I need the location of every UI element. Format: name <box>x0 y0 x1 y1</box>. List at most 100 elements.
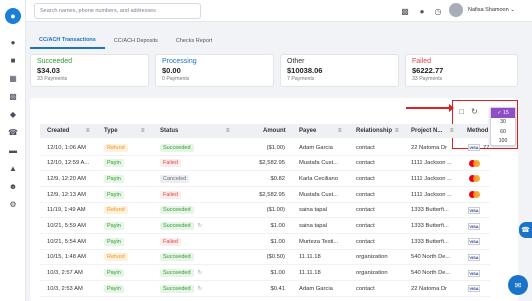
card-amount: $0.00 <box>162 66 181 75</box>
table-row[interactable]: 10/21, 5:54 AM Payin Failed $1.00 Murteza Te… <box>40 234 490 250</box>
cell-amount-value: ($1.00) <box>266 144 285 151</box>
page-size-option[interactable]: 60 <box>491 127 515 137</box>
table-row[interactable]: 12/9, 12:20 AM Payin Canceled $0.82 Karla Ce… <box>40 171 490 187</box>
cell-status-value: Succeeded <box>160 269 194 278</box>
table-row[interactable]: 12/10, 12:59 A... Payin Failed $2,582.95 Mus… <box>40 156 490 172</box>
search-input[interactable]: Search names, phone numbers, and address… <box>34 3 201 19</box>
column-method[interactable]: Method <box>467 124 488 138</box>
visa-card-icon: VISA <box>468 285 480 293</box>
column-status[interactable]: Status <box>160 124 178 138</box>
card-count: 33 Payments <box>412 76 443 82</box>
cell-payee-value: Adam Garcia <box>299 285 333 292</box>
truck-icon[interactable]: ▲ <box>8 164 18 173</box>
table-row[interactable]: 12/9, 12:13 AM Payin Failed $2,582.95 Mustaf… <box>40 187 490 203</box>
cell-payee: 11.11.18 <box>299 266 321 281</box>
cell-status-value: Succeeded <box>160 206 194 215</box>
cell-created: 10/3, 2:53 AM <box>47 281 83 296</box>
retry-icon[interactable]: ↻ <box>198 270 203 276</box>
table-row[interactable]: 11/19, 1:49 AM Refund Succeeded ($1.00) sain… <box>40 203 490 219</box>
cell-amount-value: $0.82 <box>270 175 285 182</box>
cell-relationship: contact <box>356 187 375 202</box>
cell-type: Payin <box>104 187 124 202</box>
cell-type: Payin <box>104 171 124 186</box>
tab-bar: CC/ACH Transactions CC/ACH Deposits Chec… <box>30 33 221 49</box>
retry-icon[interactable]: ↻ <box>198 223 203 229</box>
column-menu-icon[interactable]: ≡ <box>395 128 399 134</box>
cell-relationship-value: contact <box>356 285 375 292</box>
column-menu-icon[interactable]: ≡ <box>338 128 342 134</box>
cell-amount-value: $2,582.95 <box>259 191 285 198</box>
user-menu[interactable]: Nafisa Shamoon ⌄ <box>468 7 515 13</box>
retry-icon[interactable]: ↻ <box>198 286 203 292</box>
tab-cc-ach-deposits[interactable]: CC/ACH Deposits <box>105 33 167 49</box>
column-menu-icon[interactable]: ≡ <box>141 128 145 134</box>
cell-payee: Adam Garcia <box>299 281 333 296</box>
cell-type-value: Payin <box>104 237 124 246</box>
cell-type-value: Payin <box>104 222 124 230</box>
table-row[interactable]: 10/21, 5:59 AM Payin Succeeded ↻ $1.00 saina … <box>40 219 490 234</box>
column-menu-icon[interactable]: ≡ <box>226 128 230 134</box>
page-size-dropdown[interactable]: ✓ 15 30 60 100 <box>490 107 516 146</box>
cell-relationship: contact <box>356 281 375 296</box>
column-amount[interactable]: Amount <box>263 124 286 138</box>
chat-support-button[interactable]: ✉ <box>508 275 528 295</box>
chat-icon[interactable]: ▩ <box>400 6 410 16</box>
cell-status: Succeeded <box>160 203 194 218</box>
cell-created: 12/9, 12:20 AM <box>47 171 86 186</box>
column-created[interactable]: Created <box>47 124 69 138</box>
refresh-icon[interactable]: ↻ <box>470 107 479 116</box>
clock-icon[interactable]: ◷ <box>433 6 443 16</box>
cell-project-value: 1111 Jackson ... <box>411 191 452 198</box>
column-relationship[interactable]: Relationship <box>356 124 392 138</box>
cell-project: 1333 Butterfi... <box>411 203 449 218</box>
cell-method <box>468 156 480 171</box>
column-menu-icon[interactable]: ≡ <box>450 128 454 134</box>
cell-type-value: Payin <box>104 159 124 168</box>
page-size-option[interactable]: ✓ 15 <box>491 108 515 118</box>
table-row[interactable]: 10/15, 1:48 AM Refund Succeeded ($0.50) 11.1… <box>40 250 490 266</box>
users-icon[interactable]: ☻ <box>8 182 18 191</box>
dashboard-icon[interactable]: ● <box>8 38 18 47</box>
map-icon[interactable]: ▩ <box>8 92 18 101</box>
column-type[interactable]: Type <box>104 124 118 138</box>
table-row[interactable]: 10/3, 2:53 AM Payin Succeeded ↻ $0.41 Adam Ga… <box>40 281 490 297</box>
column-project[interactable]: Project N... <box>411 124 442 138</box>
export-icon[interactable]: □ <box>457 107 466 116</box>
cell-created-value: 10/3, 2:57 AM <box>47 270 83 277</box>
app-logo-icon[interactable]: ● <box>5 8 21 24</box>
handshake-icon[interactable]: ◆ <box>8 110 18 119</box>
cell-status-value: Succeeded <box>160 284 194 293</box>
cell-created-value: 10/21, 5:59 AM <box>47 223 86 229</box>
card-count: 0 Payments <box>162 76 190 82</box>
briefcase-icon[interactable]: ■ <box>8 56 18 65</box>
column-payee[interactable]: Payee <box>299 124 316 138</box>
annotation-arrow <box>406 104 454 112</box>
visa-card-icon: VISA <box>468 238 480 246</box>
calendar-icon[interactable]: ▦ <box>8 74 18 83</box>
table-row[interactable]: 10/3, 2:57 AM Payin Succeeded ↻ $1.00 11.11.1… <box>40 266 490 282</box>
cell-created: 10/21, 5:54 AM <box>47 234 86 249</box>
phone-icon[interactable]: ☎ <box>8 128 18 137</box>
cell-status: Succeeded ↻ <box>160 219 202 234</box>
cell-project: 22 Natoma Dr <box>411 281 447 296</box>
column-menu-icon[interactable]: ≡ <box>86 128 90 134</box>
cell-type: Refund <box>104 203 128 218</box>
page-size-option[interactable]: 30 <box>491 118 515 128</box>
table-row[interactable]: 12/10, 1:06 AM Refund Succeeded ($1.00) Adam… <box>40 140 490 156</box>
cell-amount-value: ($0.50) <box>266 254 285 261</box>
cell-project: 540 North De... <box>411 266 450 281</box>
tab-cc-ach-transactions[interactable]: CC/ACH Transactions <box>30 33 105 49</box>
cell-method <box>468 187 480 202</box>
avatar[interactable] <box>449 3 463 17</box>
summary-card-succeeded: Succeeded $34.03 33 Payments <box>30 54 149 87</box>
mastercard-icon <box>468 175 480 183</box>
cell-payee: saina tapal <box>299 203 327 218</box>
page-size-option[interactable]: 100 <box>491 137 515 147</box>
bell-icon[interactable]: ● <box>417 6 427 16</box>
card-icon[interactable]: ▬ <box>8 146 18 155</box>
tab-checks-report[interactable]: Checks Report <box>167 33 221 49</box>
cell-status-value: Canceled <box>160 174 190 183</box>
gear-icon[interactable]: ⚙ <box>8 200 18 209</box>
phone-call-button[interactable]: ☎ <box>519 222 532 238</box>
cell-project: 1111 Jackson ... <box>411 156 452 171</box>
